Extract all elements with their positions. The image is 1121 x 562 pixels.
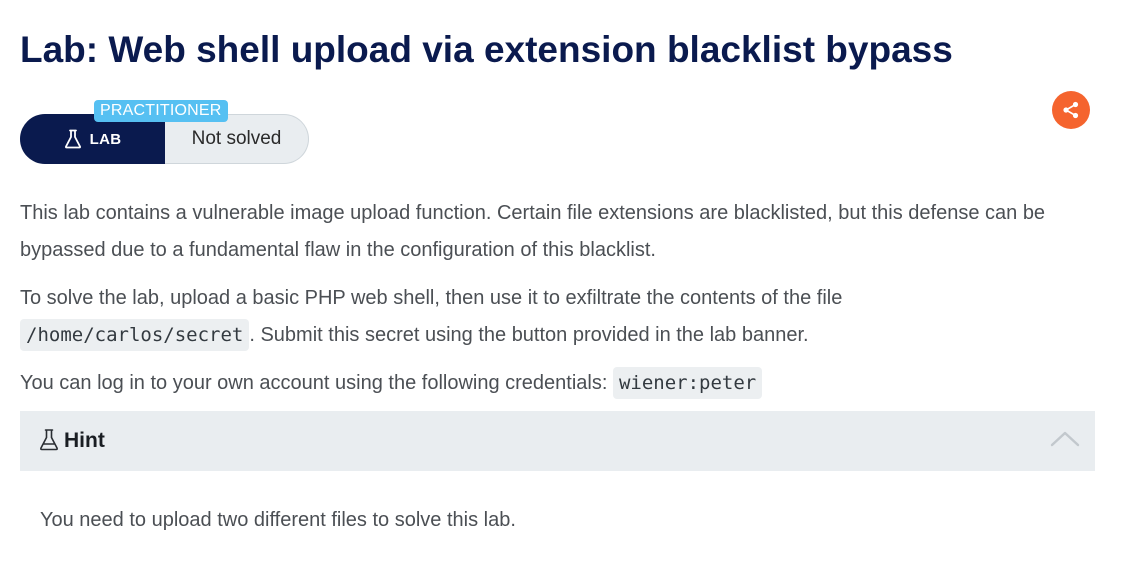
credentials-code: wiener:peter: [612, 367, 763, 399]
hint-label: Hint: [64, 429, 105, 452]
objective-text-start: To solve the lab, upload a basic PHP web…: [20, 287, 843, 309]
lab-label: LAB: [89, 130, 122, 148]
hint-content: You need to upload two different files t…: [40, 509, 516, 531]
description-text: This lab contains a vulnerable image upl…: [20, 202, 1046, 261]
objective-text-end: . Submit this secret using the button pr…: [249, 324, 809, 346]
flask-icon: [40, 429, 58, 451]
hint-toggle[interactable]: Hint: [20, 411, 1095, 471]
description-paragraph: This lab contains a vulnerable image upl…: [20, 195, 1080, 269]
objective-paragraph: To solve the lab, upload a basic PHP web…: [20, 280, 1080, 354]
page-title: Lab: Web shell upload via extension blac…: [20, 29, 953, 70]
credentials-paragraph: You can log in to your own account using…: [20, 365, 1080, 402]
flask-icon: [64, 129, 81, 149]
share-icon: [1063, 101, 1079, 119]
chevron-up-icon[interactable]: [1050, 429, 1080, 449]
credentials-text: You can log in to your own account using…: [20, 372, 613, 394]
level-tag: PRACTITIONER: [94, 100, 228, 122]
share-button[interactable]: [1052, 91, 1090, 129]
lab-status-badge: PRACTITIONER LAB Not solved: [20, 100, 310, 164]
secret-file-path: /home/carlos/secret: [20, 319, 250, 351]
